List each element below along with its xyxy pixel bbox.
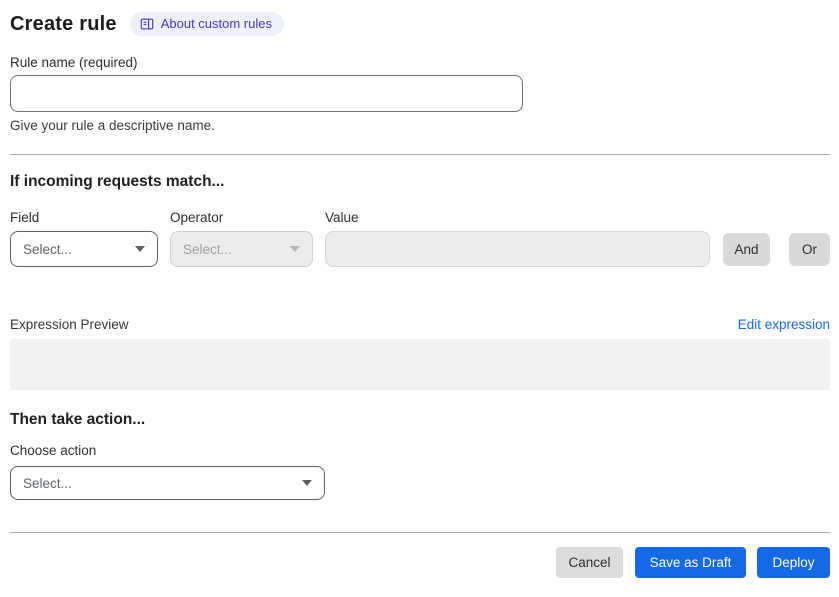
cancel-button[interactable]: Cancel — [556, 547, 623, 578]
field-select-value: Select... — [23, 241, 72, 257]
and-button[interactable]: And — [723, 232, 770, 266]
rule-name-helper: Give your rule a descriptive name. — [10, 118, 215, 133]
match-controls-row: Select... Select... And Or — [10, 231, 830, 267]
or-button[interactable]: Or — [789, 232, 830, 266]
deploy-button[interactable]: Deploy — [757, 547, 830, 578]
chevron-down-icon — [302, 480, 312, 486]
choose-action-select[interactable]: Select... — [10, 466, 325, 500]
create-rule-form: Create rule About custom rules Rule name… — [0, 0, 839, 578]
save-as-draft-button[interactable]: Save as Draft — [635, 547, 746, 578]
page-title: Create rule — [10, 12, 117, 35]
match-column-labels: Field Operator Value — [10, 210, 830, 225]
rule-name-input[interactable] — [10, 75, 523, 112]
expression-preview-row: Expression Preview Edit expression — [10, 317, 830, 332]
chevron-down-icon — [290, 246, 300, 252]
value-input[interactable] — [325, 231, 710, 267]
about-badge-label: About custom rules — [160, 16, 272, 31]
edit-expression-link[interactable]: Edit expression — [738, 317, 830, 332]
about-custom-rules-link[interactable]: About custom rules — [129, 12, 284, 36]
field-select[interactable]: Select... — [10, 231, 158, 267]
section-divider — [10, 154, 830, 155]
footer-actions: Cancel Save as Draft Deploy — [10, 547, 830, 578]
operator-select[interactable]: Select... — [170, 231, 313, 267]
book-icon — [140, 17, 154, 31]
page-header: Create rule About custom rules — [10, 10, 830, 38]
footer-divider — [10, 532, 830, 533]
rule-name-label: Rule name (required) — [10, 55, 138, 70]
expression-preview-label: Expression Preview — [10, 317, 129, 332]
operator-label: Operator — [170, 210, 224, 225]
expression-preview-box — [10, 339, 830, 390]
field-label: Field — [10, 210, 40, 225]
operator-select-value: Select... — [183, 241, 232, 257]
choose-action-value: Select... — [23, 475, 72, 491]
value-label: Value — [325, 210, 359, 225]
choose-action-label: Choose action — [10, 443, 97, 458]
match-section-heading: If incoming requests match... — [10, 173, 225, 190]
action-section-heading: Then take action... — [10, 411, 146, 428]
chevron-down-icon — [135, 246, 145, 252]
